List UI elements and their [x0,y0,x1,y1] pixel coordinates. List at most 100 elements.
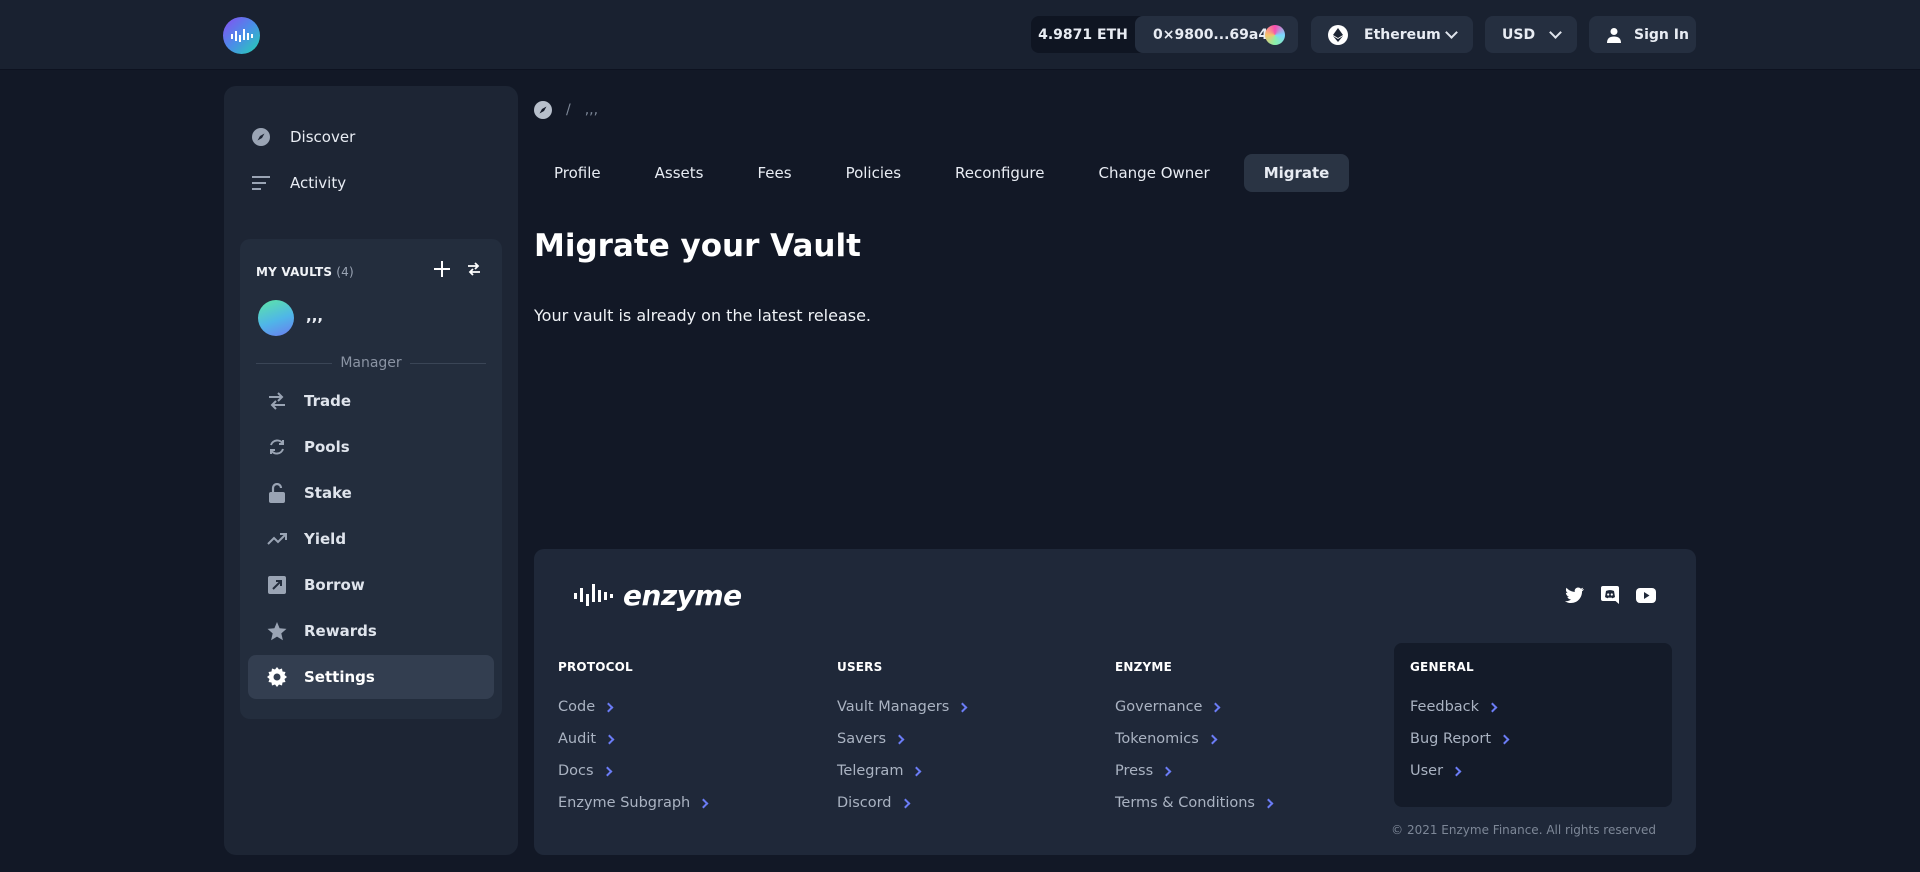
sidebar-item-activity[interactable]: Activity [251,173,346,193]
tab-fees[interactable]: Fees [737,154,811,192]
footer-link-label: Press [1115,763,1154,779]
footer-column-general: GENERAL Feedback Bug Report User [1410,660,1510,787]
sidebar-item-label: Yield [304,530,347,548]
my-vaults-count: (4) [336,265,354,279]
footer-link-enzyme-subgraph[interactable]: Enzyme Subgraph [558,787,709,819]
star-icon [266,620,288,642]
vault-avatar[interactable] [258,300,294,336]
sidebar-item-trade[interactable]: Trade [248,379,494,423]
footer-link-label: User [1410,763,1444,779]
user-icon [1607,27,1621,43]
vault-name[interactable]: ,,, [306,307,323,325]
gear-icon [266,666,288,688]
footer-link-vault-managers[interactable]: Vault Managers [837,691,968,723]
eth-balance: 4.9871 ETH [1038,26,1128,43]
sidebar-item-label: Trade [304,392,352,410]
footer-column-enzyme: ENZYME Governance Tokenomics Press Terms… [1115,660,1274,819]
compass-icon[interactable] [534,101,552,119]
swap-icon [266,390,288,412]
footer-column-users: USERS Vault Managers Savers Telegram Dis… [837,660,968,819]
currency-select[interactable]: USD [1485,16,1577,53]
chevron-right-icon [602,766,613,776]
footer-link-label: Enzyme Subgraph [558,795,691,811]
tab-profile[interactable]: Profile [534,154,621,192]
footer-link-bug-report[interactable]: Bug Report [1410,723,1510,755]
footer-link-feedback[interactable]: Feedback [1410,691,1508,723]
footer-link-audit[interactable]: Audit [558,723,707,755]
footer-logo[interactable]: enzyme [573,579,742,612]
twitter-icon[interactable] [1564,585,1584,605]
sidebar-item-rewards[interactable]: Rewards [248,609,494,653]
footer-link-label: Tokenomics [1115,731,1199,747]
chevron-right-icon [1499,734,1510,744]
footer-link-user[interactable]: User [1410,755,1508,787]
footer-link-label: Terms & Conditions [1115,795,1255,811]
sign-in-button[interactable]: Sign In [1589,16,1696,53]
chevron-down-icon [1549,25,1562,39]
sidebar-item-discover[interactable]: Discover [251,127,355,147]
chevron-right-icon [1263,798,1274,808]
my-vaults-title: MY VAULTS [256,265,333,279]
youtube-icon[interactable] [1636,585,1656,605]
footer-link-telegram[interactable]: Telegram [837,755,966,787]
footer-link-terms[interactable]: Terms & Conditions [1115,787,1274,819]
settings-tabs: Profile Assets Fees Policies Reconfigure… [534,154,1363,192]
sidebar-item-pools[interactable]: Pools [248,425,494,469]
sidebar-item-stake[interactable]: Stake [248,471,494,515]
footer-link-label: Governance [1115,699,1203,715]
sidebar-item-borrow[interactable]: Borrow [248,563,494,607]
footer-link-docs[interactable]: Docs [558,755,707,787]
breadcrumb: / ,,, [534,101,598,119]
footer: enzyme PROTOCOL Code Audit Docs Enzyme S… [534,549,1696,855]
chevron-right-icon [900,798,910,808]
footer-general-panel: GENERAL Feedback Bug Report User [1394,643,1672,807]
footer-column-title: ENZYME [1115,660,1172,674]
sidebar: Discover Activity MY VAULTS (4) ,,, Manag… [224,86,518,855]
trending-up-icon [266,528,288,550]
list-icon [251,173,271,193]
chevron-right-icon [1487,702,1498,712]
top-bar: 4.9871 ETH 0×9800...69a4 Ethereum USD Si… [0,0,1920,70]
tab-policies[interactable]: Policies [826,154,921,192]
footer-link-code[interactable]: Code [558,691,707,723]
chevron-right-icon [1211,702,1221,712]
footer-link-label: Bug Report [1410,731,1492,747]
tab-change-owner[interactable]: Change Owner [1079,154,1230,192]
footer-link-governance[interactable]: Governance [1115,691,1272,723]
footer-link-tokenomics[interactable]: Tokenomics [1115,723,1272,755]
tab-reconfigure[interactable]: Reconfigure [935,154,1064,192]
lock-icon [266,482,288,504]
sidebar-item-label: Activity [290,174,347,192]
borrow-icon [266,574,288,596]
footer-column-title: GENERAL [1410,660,1474,674]
page-title: Migrate your Vault [534,228,861,264]
breadcrumb-current[interactable]: ,,, [585,102,598,118]
enzyme-wave-icon [574,583,613,606]
role-label: Manager [340,355,402,371]
sidebar-item-yield[interactable]: Yield [248,517,494,561]
footer-column-title: PROTOCOL [558,660,633,674]
ethereum-icon [1328,24,1348,45]
footer-link-label: Telegram [837,763,904,779]
footer-link-label: Audit [558,731,597,747]
switch-vault-icon[interactable] [466,261,482,277]
footer-link-discord[interactable]: Discord [837,787,966,819]
network-select[interactable]: Ethereum [1311,16,1473,53]
wallet-address-button[interactable]: 0×9800...69a4 [1135,16,1298,53]
migrate-status-message: Your vault is already on the latest rele… [534,306,872,325]
social-links [1564,585,1656,605]
sidebar-item-label: Borrow [304,576,365,594]
footer-link-savers[interactable]: Savers [837,723,966,755]
tab-migrate[interactable]: Migrate [1243,154,1350,192]
sidebar-item-settings[interactable]: Settings [248,655,494,699]
footer-link-press[interactable]: Press [1115,755,1272,787]
chevron-right-icon [1451,766,1462,776]
chevron-right-icon [604,734,615,744]
enzyme-logo-icon[interactable] [223,17,260,54]
footer-link-label: Feedback [1410,699,1480,715]
add-vault-icon[interactable] [434,261,450,277]
role-divider: Manager [256,355,486,371]
discord-icon[interactable] [1600,585,1620,605]
tab-assets[interactable]: Assets [635,154,724,192]
footer-column-protocol: PROTOCOL Code Audit Docs Enzyme Subgraph [558,660,709,819]
